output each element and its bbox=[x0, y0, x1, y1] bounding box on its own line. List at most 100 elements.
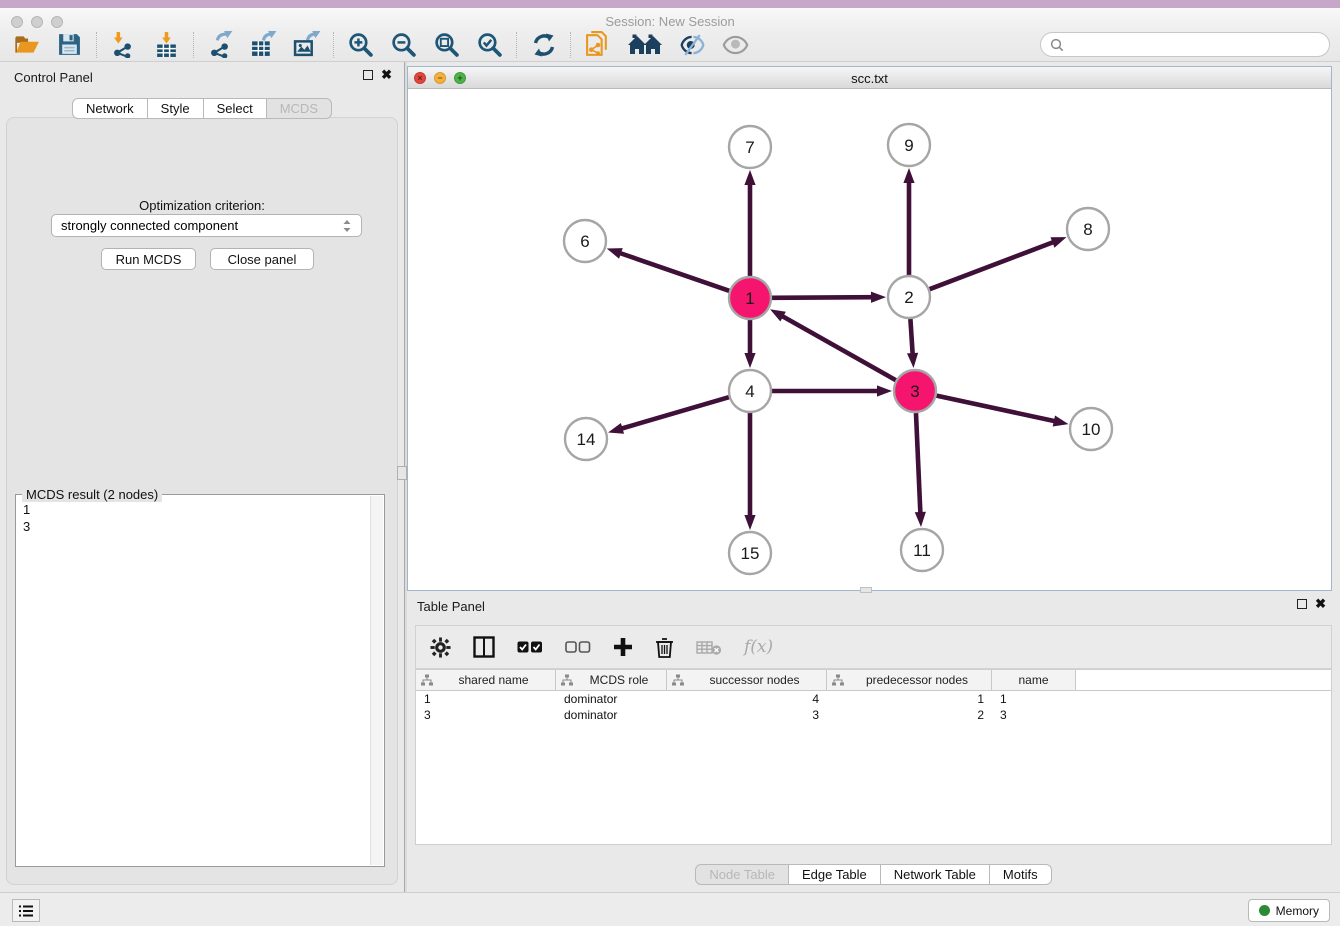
close-panel-button[interactable]: Close panel bbox=[210, 248, 314, 270]
network-window-title: scc.txt bbox=[408, 71, 1331, 86]
column-header-shared-name[interactable]: shared name bbox=[416, 670, 556, 690]
node-label-8: 8 bbox=[1083, 220, 1092, 239]
column-type-icon bbox=[421, 674, 433, 686]
refresh-icon[interactable] bbox=[530, 31, 557, 58]
result-scrollbar[interactable] bbox=[370, 496, 383, 865]
cell-name[interactable]: 1 bbox=[992, 691, 1076, 707]
node-label-6: 6 bbox=[580, 232, 589, 251]
mcds-result-item[interactable]: 3 bbox=[23, 518, 363, 535]
column-header-MCDS-role[interactable]: MCDS role bbox=[556, 670, 667, 690]
select-all-icon[interactable] bbox=[517, 640, 543, 654]
control-panel-tabs: NetworkStyleSelectMCDS bbox=[0, 98, 404, 119]
save-session-icon[interactable] bbox=[56, 31, 83, 58]
tab-mcds[interactable]: MCDS bbox=[266, 98, 332, 119]
arrowhead-1-2 bbox=[871, 292, 886, 303]
import-table-icon[interactable] bbox=[153, 31, 180, 58]
hide-panels-icon[interactable] bbox=[679, 31, 706, 58]
add-column-icon[interactable] bbox=[613, 637, 633, 657]
column-type-icon bbox=[832, 674, 844, 686]
tab-style[interactable]: Style bbox=[147, 98, 204, 119]
horizontal-splitter-grip[interactable] bbox=[860, 587, 872, 593]
cell-MCDS-role[interactable]: dominator bbox=[556, 691, 667, 707]
zoom-selected-icon[interactable] bbox=[476, 31, 503, 58]
node-label-3: 3 bbox=[910, 382, 919, 401]
edge-1-6[interactable] bbox=[619, 253, 729, 291]
cell-successor-nodes[interactable]: 3 bbox=[667, 707, 827, 723]
node-label-1: 1 bbox=[745, 289, 754, 308]
edge-3-11[interactable] bbox=[916, 413, 920, 514]
network-from-file-icon[interactable] bbox=[584, 31, 611, 58]
mcds-result-list[interactable]: 13 bbox=[16, 499, 370, 866]
search-input[interactable] bbox=[1069, 36, 1320, 53]
edge-1-2[interactable] bbox=[772, 297, 873, 298]
arrowhead-2-3 bbox=[907, 353, 918, 368]
delete-column-icon[interactable] bbox=[655, 637, 674, 658]
arrowhead-4-15 bbox=[744, 515, 755, 530]
table-panel-title: Table Panel bbox=[417, 599, 485, 614]
arrowhead-1-7 bbox=[744, 170, 755, 185]
table-row[interactable]: 3dominator323 bbox=[416, 707, 1331, 723]
float-table-panel-icon[interactable] bbox=[1297, 599, 1307, 609]
task-history-button[interactable] bbox=[12, 899, 40, 922]
column-header-successor-nodes[interactable]: successor nodes bbox=[667, 670, 827, 690]
arrowhead-3-10 bbox=[1053, 416, 1069, 427]
export-table-icon[interactable] bbox=[250, 31, 277, 58]
column-header-predecessor-nodes[interactable]: predecessor nodes bbox=[827, 670, 992, 690]
table-settings-gear-icon[interactable] bbox=[430, 637, 451, 658]
network-window: × − + scc.txt 1234678910111415 bbox=[407, 66, 1332, 591]
cell-name[interactable]: 3 bbox=[992, 707, 1076, 723]
window-title: Session: New Session bbox=[0, 14, 1340, 29]
zoom-in-icon[interactable] bbox=[347, 31, 374, 58]
table-body: 1dominator4113dominator323 bbox=[416, 691, 1331, 723]
vertical-splitter-grip[interactable] bbox=[397, 466, 407, 480]
network-window-titlebar[interactable]: × − + scc.txt bbox=[408, 67, 1331, 89]
node-table[interactable]: shared nameMCDS rolesuccessor nodesprede… bbox=[415, 669, 1332, 845]
export-network-icon[interactable] bbox=[207, 31, 234, 58]
criterion-dropdown[interactable]: strongly connected component bbox=[51, 214, 362, 237]
edge-2-3[interactable] bbox=[910, 319, 912, 355]
close-panel-icon[interactable]: ✖ bbox=[381, 70, 392, 80]
tab-node-table[interactable]: Node Table bbox=[695, 864, 789, 885]
run-mcds-button[interactable]: Run MCDS bbox=[101, 248, 196, 270]
table-panel-tabs: Node TableEdge TableNetwork TableMotifs bbox=[407, 864, 1340, 885]
cell-predecessor-nodes[interactable]: 1 bbox=[827, 691, 992, 707]
criterion-dropdown-value: strongly connected component bbox=[61, 218, 342, 233]
import-network-icon[interactable] bbox=[110, 31, 137, 58]
memory-button[interactable]: Memory bbox=[1248, 899, 1330, 922]
search-field[interactable] bbox=[1040, 32, 1330, 57]
memory-label: Memory bbox=[1276, 904, 1319, 918]
status-bar: Memory bbox=[0, 892, 1340, 926]
deselect-all-icon[interactable] bbox=[565, 640, 591, 654]
cell-MCDS-role[interactable]: dominator bbox=[556, 707, 667, 723]
mcds-panel: Optimization criterion: strongly connect… bbox=[6, 117, 398, 885]
table-row[interactable]: 1dominator411 bbox=[416, 691, 1331, 707]
edge-4-14[interactable] bbox=[621, 397, 729, 429]
edge-2-8[interactable] bbox=[930, 242, 1055, 289]
edge-3-1[interactable] bbox=[781, 316, 895, 381]
float-panel-icon[interactable] bbox=[363, 70, 373, 80]
cell-successor-nodes[interactable]: 4 bbox=[667, 691, 827, 707]
tab-motifs[interactable]: Motifs bbox=[989, 864, 1052, 885]
network-canvas[interactable]: 1234678910111415 bbox=[408, 89, 1331, 590]
edge-3-10[interactable] bbox=[937, 396, 1056, 422]
zoom-out-icon[interactable] bbox=[390, 31, 417, 58]
home-icon[interactable] bbox=[627, 31, 663, 58]
network-graph[interactable]: 1234678910111415 bbox=[408, 89, 1331, 590]
arrowhead-4-14 bbox=[608, 423, 624, 434]
cell-predecessor-nodes[interactable]: 2 bbox=[827, 707, 992, 723]
cell-shared-name[interactable]: 3 bbox=[416, 707, 556, 723]
column-type-icon bbox=[672, 674, 684, 686]
zoom-fit-icon[interactable] bbox=[433, 31, 460, 58]
export-image-icon[interactable] bbox=[293, 31, 320, 58]
open-file-icon[interactable] bbox=[13, 31, 40, 58]
column-header-name[interactable]: name bbox=[992, 670, 1076, 690]
split-panel-icon[interactable] bbox=[473, 636, 495, 658]
tab-network-table[interactable]: Network Table bbox=[880, 864, 990, 885]
tab-edge-table[interactable]: Edge Table bbox=[788, 864, 881, 885]
window-titlebar: Session: New Session bbox=[0, 8, 1340, 28]
cell-shared-name[interactable]: 1 bbox=[416, 691, 556, 707]
mcds-result-item[interactable]: 1 bbox=[23, 501, 363, 518]
close-table-panel-icon[interactable]: ✖ bbox=[1315, 599, 1326, 609]
tab-network[interactable]: Network bbox=[72, 98, 148, 119]
tab-select[interactable]: Select bbox=[203, 98, 267, 119]
